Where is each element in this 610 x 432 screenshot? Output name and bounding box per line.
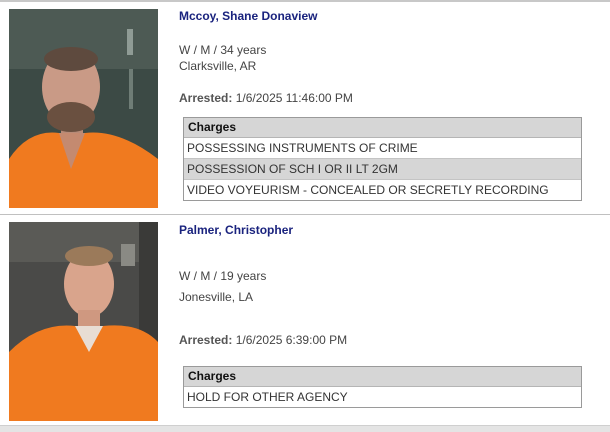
arrested-label-1: Arrested: bbox=[179, 91, 233, 105]
inmate-name-1[interactable]: Mccoy, Shane Donaview bbox=[179, 9, 318, 23]
arrested-label-2: Arrested: bbox=[179, 333, 233, 347]
record-divider bbox=[0, 214, 610, 215]
charge-row: HOLD FOR OTHER AGENCY bbox=[187, 390, 348, 404]
arrested-date-2: 1/6/2025 6:39:00 PM bbox=[235, 333, 348, 347]
location-1: Clarksville, AR bbox=[179, 59, 257, 73]
inmate-name-2[interactable]: Palmer, Christopher bbox=[179, 223, 293, 237]
charges-header-2: Charges bbox=[184, 367, 581, 387]
arrested-line-1: Arrested: 1/6/2025 11:46:00 PM bbox=[179, 91, 353, 105]
charge-row: POSSESSING INSTRUMENTS OF CRIME bbox=[184, 138, 581, 159]
charges-header-1: Charges bbox=[184, 118, 581, 138]
location-2: Jonesville, LA bbox=[179, 290, 254, 304]
mugshot-photo-2[interactable] bbox=[9, 222, 158, 421]
charges-table-1: Charges POSSESSING INSTRUMENTS OF CRIME … bbox=[183, 117, 582, 201]
arrested-line-2: Arrested: 1/6/2025 6:39:00 PM bbox=[179, 333, 347, 347]
demographics-2: W / M / 19 years bbox=[179, 269, 267, 283]
top-border bbox=[0, 0, 610, 2]
charges-table-2: Charges HOLD FOR OTHER AGENCY bbox=[183, 366, 582, 408]
mugshot-photo-1[interactable] bbox=[9, 9, 158, 208]
arrested-date-1: 1/6/2025 11:46:00 PM bbox=[235, 91, 353, 105]
charge-row: VIDEO VOYEURISM - CONCEALED OR SECRETLY … bbox=[187, 183, 549, 197]
charge-row: POSSESSION OF SCH I OR II LT 2GM bbox=[184, 159, 581, 180]
demographics-1: W / M / 34 years bbox=[179, 43, 267, 57]
